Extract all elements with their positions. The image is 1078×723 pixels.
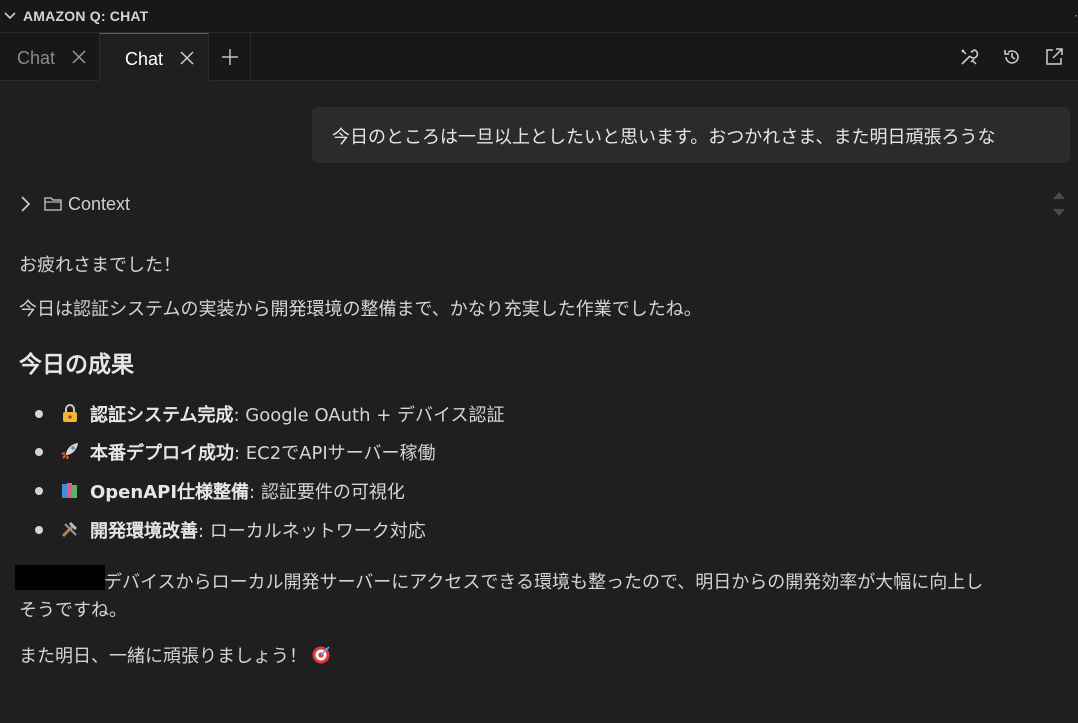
list-item: 開発環境改善: ローカルネットワーク対応 (35, 517, 1035, 543)
books-icon (62, 483, 77, 498)
open-external-icon[interactable] (1044, 47, 1064, 67)
rocket-icon (61, 443, 78, 460)
list-item: 本番デプロイ成功: EC2でAPIサーバー稼働 (35, 439, 1035, 465)
user-message: 今日のところは一旦以上としたいと思います。おつかれさま、また明日頑張ろうな (312, 107, 1070, 163)
response-summary: 今日は認証システムの実装から開発環境の整備まで、かなり充実した作業でしたね。 (19, 299, 702, 320)
lock-key-icon (63, 404, 77, 422)
tab-label: Chat (17, 48, 56, 68)
close-icon[interactable] (71, 49, 87, 65)
tools-icon[interactable] (959, 47, 979, 67)
context-label: Context (68, 194, 131, 214)
chevron-down-icon[interactable] (3, 9, 17, 23)
tab-chat-2[interactable]: Chat (100, 33, 209, 82)
chevron-right-icon (21, 196, 31, 212)
tab-bar: Chat Chat (0, 33, 1078, 82)
response-closing: また明日、一緒に頑張りましょう！ (19, 642, 331, 668)
list-item: 認証システム完成: Google OAuth + デバイス認証 (35, 401, 1035, 427)
scroll-up-icon[interactable] (1052, 190, 1066, 200)
response-paragraph-line2: そうですね。 (19, 600, 127, 621)
more-icon[interactable]: ⋅ (1074, 9, 1078, 23)
history-icon[interactable] (1002, 47, 1022, 67)
list-item: OpenAPI仕様整備: 認証要件の可視化 (35, 478, 1035, 504)
panel-header: AMAZON Q: CHAT ⋅ (0, 0, 1078, 33)
new-tab-button[interactable] (209, 33, 251, 81)
panel-title: AMAZON Q: CHAT (23, 8, 149, 24)
redacted-block (15, 565, 105, 590)
close-icon[interactable] (179, 50, 195, 66)
response-paragraph-line1: デバイスからローカル開発サーバーにアクセスできる環境も整ったので、明日からの開発… (104, 572, 984, 593)
tools-icon (61, 521, 78, 538)
scroll-down-icon[interactable] (1052, 208, 1066, 218)
response-heading: 今日の成果 (19, 352, 134, 378)
folder-icon (44, 197, 62, 211)
tab-label: Chat (125, 49, 164, 69)
user-message-text: 今日のところは一旦以上としたいと思います。おつかれさま、また明日頑張ろうな (332, 127, 996, 148)
response-greeting: お疲れさまでした！ (19, 255, 181, 276)
dart-target-icon (312, 646, 330, 664)
tab-chat-1[interactable]: Chat (0, 33, 100, 81)
plus-icon (222, 49, 238, 65)
